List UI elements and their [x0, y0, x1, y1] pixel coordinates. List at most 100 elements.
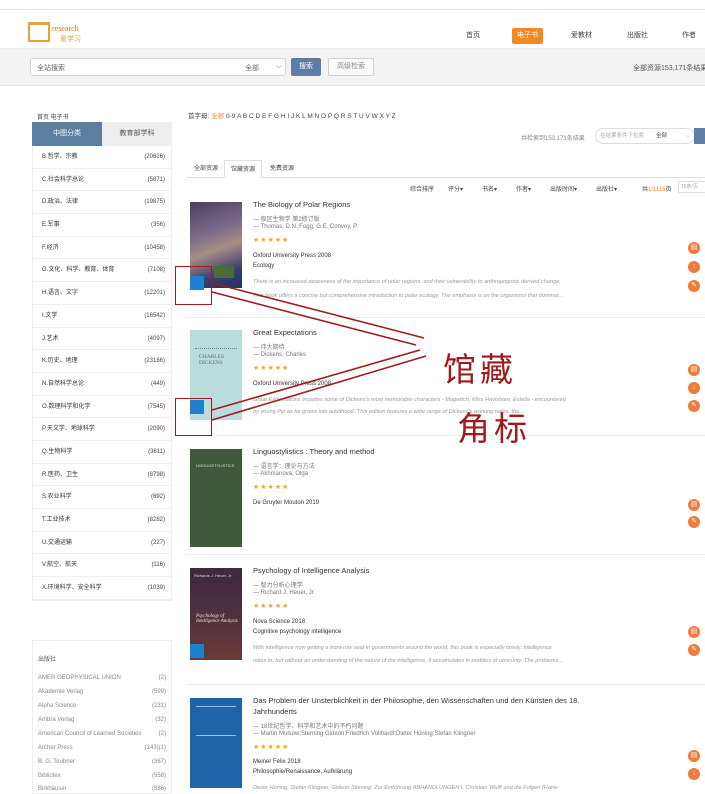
category-item[interactable]: C.社会科学总论 (5871) — [33, 169, 171, 192]
advanced-search-button[interactable]: 高级检索 — [328, 58, 374, 76]
category-item[interactable]: R.医药、卫生 (8798) — [33, 464, 171, 487]
category-item[interactable]: G.文化、科学、教育、体育 (7108) — [33, 259, 171, 283]
search-button[interactable]: 搜索 — [291, 58, 321, 76]
tab-free-resources[interactable]: 免费资源 — [264, 160, 300, 178]
cover-text: LINGUOSTYLISTICS — [196, 463, 235, 468]
book-title-line2[interactable]: Jahrhunderts — [253, 707, 297, 716]
book-title[interactable]: Das Problem der Unsterblichkeit in der P… — [253, 696, 579, 705]
category-name: I.文学 — [42, 312, 58, 319]
sort-date[interactable]: 出版时间▾ — [550, 184, 577, 193]
download-icon[interactable]: ↓ — [688, 768, 700, 780]
book-authors[interactable]: — Martin Mulsow;Sterning Gideon;Friedric… — [253, 731, 475, 737]
download-icon[interactable]: ↓ — [688, 382, 700, 394]
book-description: There is an increased awareness of the i… — [253, 279, 561, 285]
category-count: (356) — [150, 222, 165, 229]
refine-search-button[interactable] — [694, 128, 705, 144]
alphabet-letters[interactable]: 0-9 A B C D E F G H I J K L M N O P Q R … — [226, 113, 396, 120]
category-item[interactable]: O.数理科学和化学 (7545) — [33, 396, 171, 419]
publisher-item[interactable]: AMER GEOPHYSICAL UNION (2) — [38, 675, 166, 681]
resource-tabs: 全部资源 馆藏资源 免费资源 — [186, 158, 705, 178]
book-title[interactable]: The Biology of Polar Regions — [253, 200, 350, 209]
download-icon[interactable]: ↓ — [688, 261, 700, 273]
category-item[interactable]: H.语言、文字 (12201) — [33, 282, 171, 305]
category-item[interactable]: D.政治、法律 (19875) — [33, 191, 171, 215]
read-icon[interactable]: ▤ — [688, 242, 700, 254]
tab-clc-category[interactable]: 中图分类 — [32, 122, 102, 146]
book-description-2: relies in, but without an understanding … — [253, 658, 563, 664]
page-info-suffix: 页 — [665, 187, 672, 193]
book-item: Das Problem der Unsterblichkeit in der P… — [186, 696, 705, 794]
sort-publisher[interactable]: 出版社▾ — [596, 184, 617, 193]
book-authors[interactable]: — Thomas, D.N.;Fogg, G.E.;Convey, P. — [253, 224, 358, 230]
tab-library-resources[interactable]: 馆藏资源 — [224, 160, 263, 178]
category-list: B.哲学、宗教 (20626) C.社会科学总论 (5871) D.政治、法律 (19… — [32, 146, 172, 601]
search-scope-select[interactable]: 全部 — [245, 63, 259, 73]
read-icon[interactable]: ▤ — [688, 750, 700, 762]
publisher-item[interactable]: American Council of Learned Societies (2) — [38, 731, 166, 737]
tab-moe-discipline[interactable]: 教育部学科 — [102, 122, 172, 146]
read-icon[interactable]: ▤ — [688, 364, 700, 376]
refine-search-input[interactable]: 在结果条件下检索 全部 ⌵ — [595, 128, 695, 144]
sort-rating[interactable]: 评分▾ — [448, 184, 463, 193]
tab-all-resources[interactable]: 全部资源 — [188, 160, 224, 178]
book-authors[interactable]: — Richard J. Heuer, Jr. — [253, 590, 315, 596]
publisher-item[interactable]: Archer Press (143)(1) — [38, 745, 166, 751]
edit-icon[interactable]: ✎ — [688, 644, 700, 656]
category-item[interactable]: I.文学 (16542) — [33, 305, 171, 328]
sort-overall[interactable]: 综合排序 — [410, 184, 434, 193]
category-count: (1039) — [147, 585, 165, 592]
category-item[interactable]: J.艺术 (4097) — [33, 328, 171, 351]
category-item[interactable]: K.历史、地理 (23186) — [33, 350, 171, 373]
page-size-input[interactable]: 10条/页 — [678, 181, 705, 193]
book-title[interactable]: Linguostylistics : Theory and method — [253, 447, 375, 456]
nav-publishers[interactable]: 出版社 — [627, 28, 648, 44]
category-item[interactable]: B.哲学、宗教 (20626) — [33, 146, 171, 169]
category-item[interactable]: V.航空、航天 (116) — [33, 554, 171, 578]
book-cover[interactable]: LINGUOSTYLISTICS — [190, 449, 242, 547]
logo-subtext: 爱学习 — [60, 36, 81, 43]
publisher-item[interactable]: B. G. Teubner (367) — [38, 759, 166, 765]
category-item[interactable]: Q.生物科学 (3611) — [33, 441, 171, 464]
sort-author[interactable]: 作者▾ — [516, 184, 531, 193]
publisher-item[interactable]: Alpha Science (231) — [38, 703, 166, 709]
category-item[interactable]: U.交通运输 (227) — [33, 532, 171, 555]
nav-textbooks[interactable]: 爱教材 — [571, 28, 592, 44]
book-title[interactable]: Psychology of Intelligence Analysis — [253, 566, 369, 575]
category-item[interactable]: E.军事 (356) — [33, 214, 171, 237]
sort-title[interactable]: 书名▾ — [482, 184, 497, 193]
category-item[interactable]: X.环境科学、安全科学 (1039) — [33, 577, 171, 600]
search-input[interactable]: 全站搜索 全部 ⌵ — [30, 58, 286, 76]
site-logo[interactable]: research 爱学习 — [28, 22, 92, 48]
publisher-name: American Council of Learned Societies — [38, 731, 142, 737]
refine-scope-select[interactable]: 全部 — [656, 129, 667, 143]
read-icon[interactable]: ▤ — [688, 626, 700, 638]
read-icon[interactable]: ▤ — [688, 499, 700, 511]
rating-stars: ★★★★★ — [253, 744, 290, 751]
nav-authors[interactable]: 作者 — [682, 28, 696, 44]
category-name: D.政治、法律 — [42, 199, 79, 206]
category-item[interactable]: P.天文学、地球科学 (2090) — [33, 418, 171, 441]
category-count: (8798) — [147, 471, 165, 478]
publisher-item[interactable]: Birkhäuser (886) — [38, 786, 166, 792]
book-cover[interactable] — [190, 698, 242, 788]
publisher-item[interactable]: Akademie Verlag (599) — [38, 689, 166, 695]
annotation-label-2: 角标 — [457, 409, 531, 448]
category-item[interactable]: S.农业科学 (692) — [33, 486, 171, 509]
publisher-item[interactable]: Ambra Verlag (32) — [38, 717, 166, 723]
category-item[interactable]: T.工业技术 (8282) — [33, 509, 171, 532]
edit-icon[interactable]: ✎ — [688, 280, 700, 292]
category-count: (449) — [150, 380, 165, 387]
alphabet-all[interactable]: 全部 — [211, 113, 224, 120]
edit-icon[interactable]: ✎ — [688, 400, 700, 412]
category-item[interactable]: F.经济 (10458) — [33, 237, 171, 260]
publisher-name: Ambra Verlag — [38, 717, 75, 723]
publisher-item[interactable]: Bibliotex (558) — [38, 773, 166, 779]
book-authors[interactable]: — Dickens, Charles — [253, 352, 306, 358]
nav-home[interactable]: 首页 — [466, 28, 480, 44]
category-item[interactable]: N.自然科学总论 (449) — [33, 373, 171, 396]
book-title[interactable]: Great Expectations — [253, 328, 317, 337]
category-name: F.经济 — [42, 244, 59, 251]
nav-ebooks[interactable]: 电子书 — [512, 28, 543, 44]
book-authors[interactable]: — Akhmanova, Olga — [253, 471, 308, 477]
edit-icon[interactable]: ✎ — [688, 516, 700, 528]
